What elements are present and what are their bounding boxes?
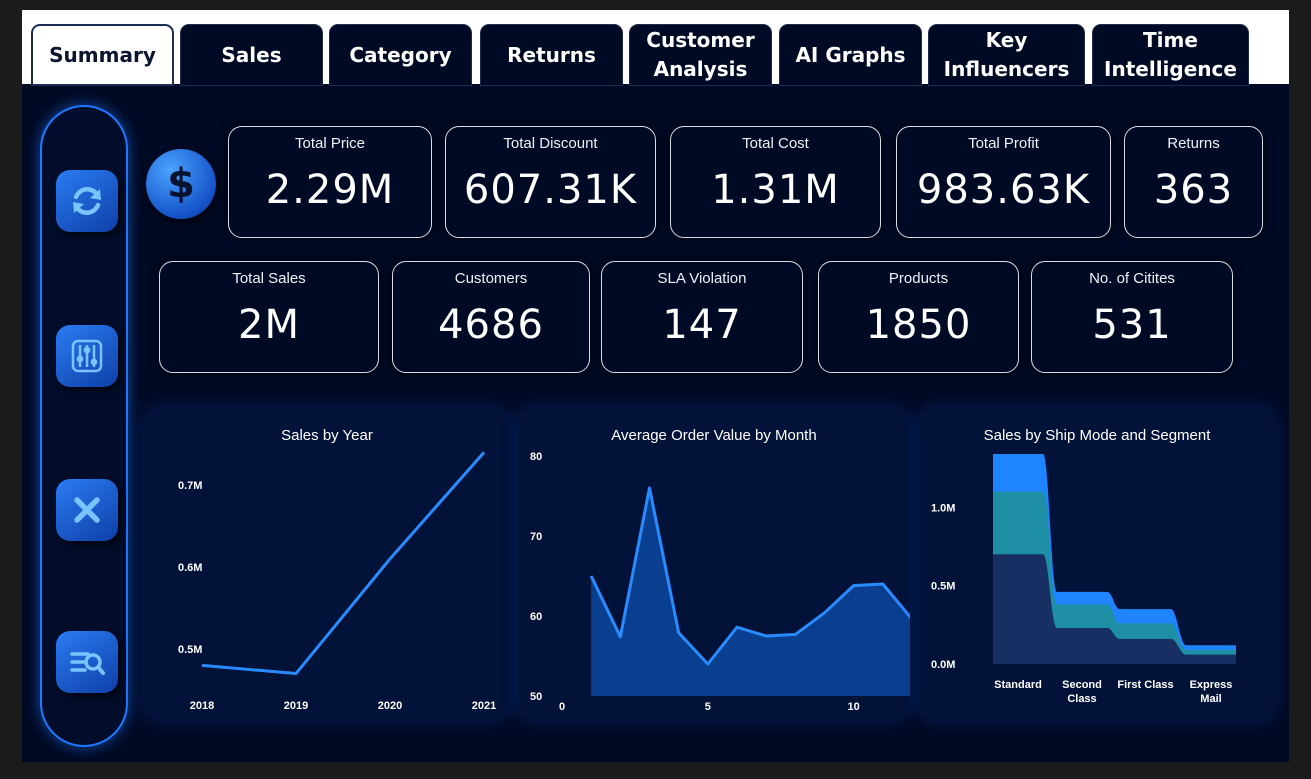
kpi-card-customers: Customers 4686 — [392, 261, 590, 373]
y-tick-label: 70 — [530, 531, 542, 543]
kpi-value: 1.31M — [711, 167, 840, 213]
kpi-card-total-sales: Total Sales 2M — [159, 261, 379, 373]
kpi-label: Total Cost — [742, 135, 809, 152]
chart-sales-by-ship-mode[interactable]: Sales by Ship Mode and Segment 0.0M 0.5M 1.… — [919, 408, 1275, 720]
chart-average-order-value[interactable]: Average Order Value by Month 50 60 70 80 0 5 10 — [518, 408, 910, 720]
kpi-label: Total Price — [294, 135, 366, 152]
kpi-card-cities: No. of Citites 531 — [1031, 261, 1233, 373]
kpi-value: 147 — [662, 302, 742, 348]
x-tick-label: 2019 — [284, 700, 308, 712]
x-tick-label: Second Class — [1062, 679, 1102, 705]
filters-button[interactable] — [56, 325, 118, 387]
tab-summary[interactable]: Summary — [31, 24, 174, 86]
order-value-area — [591, 488, 910, 696]
y-tick-label: 80 — [530, 451, 542, 463]
tab-ai-graphs[interactable]: AI Graphs — [779, 24, 922, 86]
x-tick-label: 5 — [705, 701, 711, 713]
x-tick-label: 2018 — [190, 700, 214, 712]
x-tick-label: Express Mail — [1190, 679, 1233, 705]
y-tick-label: 50 — [530, 691, 542, 703]
kpi-label: Total Profit — [968, 135, 1039, 152]
dashboard-frame: Summary Sales Category Returns Customer … — [22, 10, 1289, 762]
dollar-icon: $ — [146, 149, 216, 219]
average-order-value-svg: Average Order Value by Month 50 60 70 80 0 5 10 — [530, 427, 910, 713]
clear-filters-button[interactable] — [56, 479, 118, 541]
tab-category[interactable]: Category — [329, 24, 472, 86]
kpi-value: 4686 — [438, 302, 544, 348]
tab-key-influencers[interactable]: Key Influencers — [928, 24, 1085, 86]
chart-title: Sales by Year — [281, 427, 373, 444]
kpi-card-total-cost: Total Cost 1.31M — [670, 126, 881, 238]
x-tick-label: 2021 — [472, 700, 496, 712]
y-tick-label: 0.0M — [931, 659, 955, 671]
tab-label: Category — [349, 42, 452, 67]
kpi-value: 1850 — [865, 302, 972, 348]
tab-label: Customer Analysis — [646, 28, 755, 81]
y-tick-label: 0.6M — [178, 562, 202, 574]
tab-label: Time Intelligence — [1104, 28, 1237, 81]
chart-sales-by-year[interactable]: Sales by Year 0.5M 0.6M 0.7M 2018 2019 2020 202… — [144, 408, 510, 720]
x-tick-label: First Class — [1117, 679, 1173, 691]
tab-label: Sales — [221, 42, 282, 67]
y-tick-label: 0.5M — [931, 581, 955, 593]
tab-label: Summary — [49, 42, 156, 67]
kpi-label: No. of Citites — [1089, 270, 1175, 287]
tab-customer-analysis[interactable]: Customer Analysis — [629, 24, 772, 86]
tab-label: Key Influencers — [943, 28, 1070, 81]
tab-sales[interactable]: Sales — [180, 24, 323, 86]
tab-time-intelligence[interactable]: Time Intelligence — [1092, 24, 1249, 86]
x-tick-label: 0 — [559, 701, 565, 713]
kpi-label: Customers — [454, 270, 528, 287]
x-tick-label: 10 — [848, 701, 860, 713]
tab-bar: Summary Sales Category Returns Customer … — [22, 10, 1289, 86]
kpi-value: 2.29M — [265, 167, 395, 213]
kpi-card-returns: Returns 363 — [1124, 126, 1263, 238]
tab-label: AI Graphs — [795, 42, 906, 67]
kpi-value: 2M — [238, 302, 300, 348]
sales-by-year-svg: Sales by Year 0.5M 0.6M 0.7M 2018 2019 2020 202… — [178, 427, 496, 712]
y-tick-label: 0.5M — [178, 644, 202, 656]
kpi-label: SLA Violation — [657, 270, 747, 287]
tab-returns[interactable]: Returns — [480, 24, 623, 86]
y-tick-label: 0.7M — [178, 480, 202, 492]
chart-title: Sales by Ship Mode and Segment — [984, 427, 1212, 444]
y-tick-label: 60 — [530, 611, 542, 623]
kpi-card-total-profit: Total Profit 983.63K — [896, 126, 1111, 238]
refresh-icon — [73, 187, 101, 215]
x-tick-label: Standard — [994, 679, 1042, 691]
sidebar — [40, 105, 128, 747]
kpi-card-total-price: Total Price 2.29M — [228, 126, 432, 238]
kpi-value: 983.63K — [916, 167, 1091, 213]
kpi-label: Total Discount — [503, 135, 598, 152]
kpi-value: 607.31K — [463, 167, 638, 213]
kpi-label: Products — [888, 270, 949, 287]
tab-label: Returns — [507, 42, 596, 67]
kpi-card-sla-violation: SLA Violation 147 — [601, 261, 803, 373]
kpi-value: 363 — [1153, 167, 1234, 213]
kpi-card-total-discount: Total Discount 607.31K — [445, 126, 656, 238]
y-tick-label: 1.0M — [931, 502, 955, 514]
search-details-button[interactable] — [56, 631, 118, 693]
chart-title: Average Order Value by Month — [611, 427, 816, 444]
kpi-value: 531 — [1092, 302, 1172, 348]
sales-by-ship-mode-svg: Sales by Ship Mode and Segment 0.0M 0.5M 1.… — [931, 427, 1236, 705]
kpi-card-products: Products 1850 — [818, 261, 1019, 373]
refresh-button[interactable] — [56, 170, 118, 232]
kpi-label: Returns — [1167, 135, 1220, 152]
close-icon — [74, 497, 100, 523]
sales-line — [201, 451, 486, 676]
kpi-label: Total Sales — [232, 270, 306, 287]
sliders-icon — [71, 339, 103, 373]
x-tick-label: 2020 — [378, 700, 402, 712]
search-list-icon — [70, 652, 105, 675]
